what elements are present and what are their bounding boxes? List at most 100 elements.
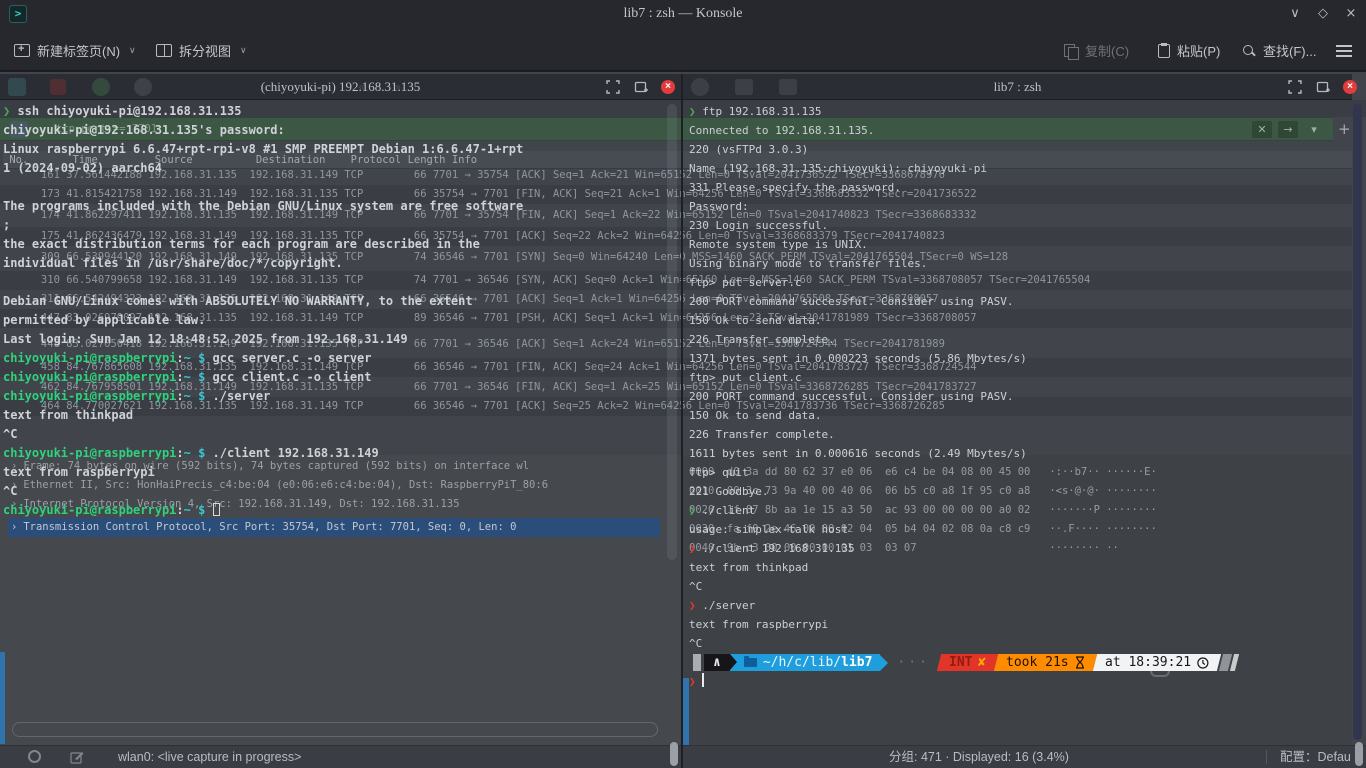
prompt-arrow-up: ∧ [704, 654, 730, 671]
paste-icon [1158, 44, 1170, 58]
paste-button[interactable]: 粘贴(P) [1152, 36, 1226, 65]
terminal-line: 226 Transfer complete. [689, 425, 835, 444]
close-pane-icon[interactable]: × [1343, 80, 1357, 94]
prompt-status-segment: INT ✘ [937, 654, 999, 671]
maximize-icon[interactable]: ◇ [1314, 5, 1332, 23]
terminal-line: 1611 bytes sent in 0.000616 seconds (2.4… [689, 444, 1027, 463]
terminal-line: 331 Please specify the password. [689, 178, 901, 197]
terminal-line: ^C [689, 577, 702, 596]
terminal-line: 1371 bytes sent in 0.000223 seconds (5.8… [689, 349, 1027, 368]
terminal-line: 200 PORT command successful. Consider us… [689, 292, 1014, 311]
terminal-line: text from raspberrypi [689, 615, 828, 634]
maximize-pane-icon[interactable] [1288, 80, 1302, 94]
terminal-line: Name (192.168.31.135:chiyoyuki): chiyoyu… [689, 159, 987, 178]
prompt-dots: ··· [897, 655, 929, 670]
maximize-pane-icon[interactable] [606, 80, 620, 94]
terminal-pane-zsh[interactable]: ∧ ~/h/c/lib/ lib7 ··· INT ✘ took 21s at … [689, 100, 1352, 768]
terminal-line: Last login: Sun Jan 12 18:48:52 2025 fro… [3, 330, 408, 349]
capture-status: wlan0: <live capture in progress> [118, 746, 301, 768]
terminal-line: 226 Transfer complete. [689, 330, 835, 349]
terminal-line: 230 Login successful. [689, 216, 828, 235]
terminal-line: 200 PORT command successful. Consider us… [689, 387, 1014, 406]
new-tab-icon [14, 44, 30, 57]
scrollbar-handle [1355, 742, 1363, 766]
terminal-line: ; [3, 216, 10, 235]
terminal-line: 150 Ok to send data. [689, 406, 821, 425]
terminal-line: 221 Goodbye. [689, 482, 768, 501]
terminal-pane-ssh[interactable]: ❯ ssh chiyoyuki-pi@192.168.31.135chiyoyu… [3, 100, 679, 768]
terminal-line: ftp> put server.c [689, 273, 802, 292]
close-pane-icon[interactable]: × [661, 80, 675, 94]
terminal-scrollbar[interactable] [1353, 104, 1362, 740]
minimize-icon[interactable]: ∨ [1286, 5, 1304, 23]
terminal-line: Linux raspberrypi 6.6.47+rpt-rpi-v8 #1 S… [3, 140, 523, 159]
new-tab-button[interactable]: 新建标签页(N) ∨ [8, 36, 142, 65]
terminal-line: ftp> quit [689, 463, 749, 482]
terminal-line: Connected to 192.168.31.135. [689, 121, 874, 140]
terminal-line: the exact distribution terms for each pr… [3, 235, 480, 254]
terminal-line: chiyoyuki-pi@raspberrypi:~ $ gcc client.… [3, 368, 372, 387]
prompt-time-segment: at 18:39:21 [1093, 654, 1221, 671]
wireshark-statusbar: wlan0: <live capture in progress> 分组: 47… [0, 745, 1366, 768]
terminal-line: ❯ ./server [689, 596, 755, 615]
hamburger-menu-button[interactable] [1330, 40, 1358, 62]
scrollbar-handle [670, 742, 678, 766]
hamburger-icon [1336, 45, 1352, 57]
pane-title-left: (chiyoyuki-pi) 192.168.31.135 [0, 74, 681, 100]
pane-titlebar-right: lib7 : zsh × [683, 74, 1352, 100]
window-titlebar: > lib7 : zsh — Konsole ∨ ◇ × [0, 0, 1366, 28]
terminal-line: chiyoyuki-pi@raspberrypi:~ $ ./server [3, 387, 270, 406]
terminal-line: usage: simplex-talk host [689, 520, 848, 539]
pencil-icon [70, 750, 84, 764]
terminal-line: The programs included with the Debian GN… [3, 197, 523, 216]
search-icon [1242, 44, 1256, 58]
terminal-line: chiyoyuki-pi@raspberrypi:~ $ gcc server.… [3, 349, 372, 368]
folder-icon [744, 658, 757, 667]
terminal-line: chiyoyuki-pi@raspberrypi:~ $ ./client 19… [3, 444, 379, 463]
split-view-button[interactable]: 拆分视图 ∨ [150, 36, 253, 65]
terminal-line: ❯ ./client [689, 501, 755, 520]
terminal-line: text from raspberrypi [3, 463, 155, 482]
terminal-line: 220 (vsFTPd 3.0.3) [689, 140, 808, 159]
konsole-window: > lib7 : zsh — Konsole ∨ ◇ × 新建标签页(N) ∨ … [0, 0, 1366, 768]
find-button[interactable]: 查找(F)... [1236, 36, 1322, 65]
terminal-line: text from thinkpad [3, 406, 133, 425]
terminal-line: ❯ ./client 192.168.31.135 [689, 539, 855, 558]
split-view-icon [156, 44, 172, 57]
pane-divider[interactable] [681, 74, 683, 768]
window-title: lib7 : zsh — Konsole [0, 0, 1366, 28]
pane-titlebar-left: › « » (chiyoyuki-pi) 192.168.31.135 × [0, 74, 681, 100]
prompt-duration-segment: took 21s [994, 654, 1097, 671]
terminal-line: ❯ [689, 672, 704, 691]
terminal-line: chiyoyuki-pi@raspberrypi:~ $ [3, 501, 220, 520]
terminal-line: text from thinkpad [689, 558, 808, 577]
terminal-line: Using binary mode to transfer files. [689, 254, 927, 273]
terminal-line: ^C [689, 634, 702, 653]
cursor [213, 503, 220, 516]
copy-button[interactable]: 复制(C) [1058, 36, 1135, 65]
new-tab-pane-icon[interactable] [1316, 80, 1330, 94]
chevron-down-icon: ∨ [240, 45, 247, 56]
close-icon[interactable]: × [1342, 5, 1360, 23]
terminal-line: Remote system type is UNIX. [689, 235, 868, 254]
terminal-line: 150 Ok to send data. [689, 311, 821, 330]
terminal-line: chiyoyuki-pi@192.168.31.135's password: [3, 121, 285, 140]
terminal-line: ftp> put client.c [689, 368, 802, 387]
terminal-line: permitted by applicable law. [3, 311, 205, 330]
packet-counts: 分组: 471 · Displayed: 16 (3.4%) [889, 746, 1069, 768]
prompt-directory-segment: ~/h/c/lib/ lib7 [730, 654, 881, 671]
chevron-down-icon: ∨ [129, 45, 136, 56]
new-tab-pane-icon[interactable] [634, 80, 648, 94]
terminal-line: ^C [3, 482, 17, 501]
terminal-line: ^C [3, 425, 17, 444]
powerline-prompt: ∧ ~/h/c/lib/ lib7 ··· INT ✘ took 21s at … [693, 653, 1237, 672]
terminal-line: individual files in /usr/share/doc/*/cop… [3, 254, 343, 273]
terminal-line: Debian GNU/Linux comes with ABSOLUTELY N… [3, 292, 473, 311]
cross-icon: ✘ [978, 654, 986, 671]
terminal-line: 1 (2024-09-02) aarch64 [3, 159, 162, 178]
clock-icon [1197, 657, 1209, 669]
pane-title-right: lib7 : zsh [683, 74, 1352, 100]
terminal-line: ❯ ssh chiyoyuki-pi@192.168.31.135 [3, 102, 241, 121]
copy-icon [1064, 44, 1078, 58]
prompt-cap [693, 654, 701, 671]
